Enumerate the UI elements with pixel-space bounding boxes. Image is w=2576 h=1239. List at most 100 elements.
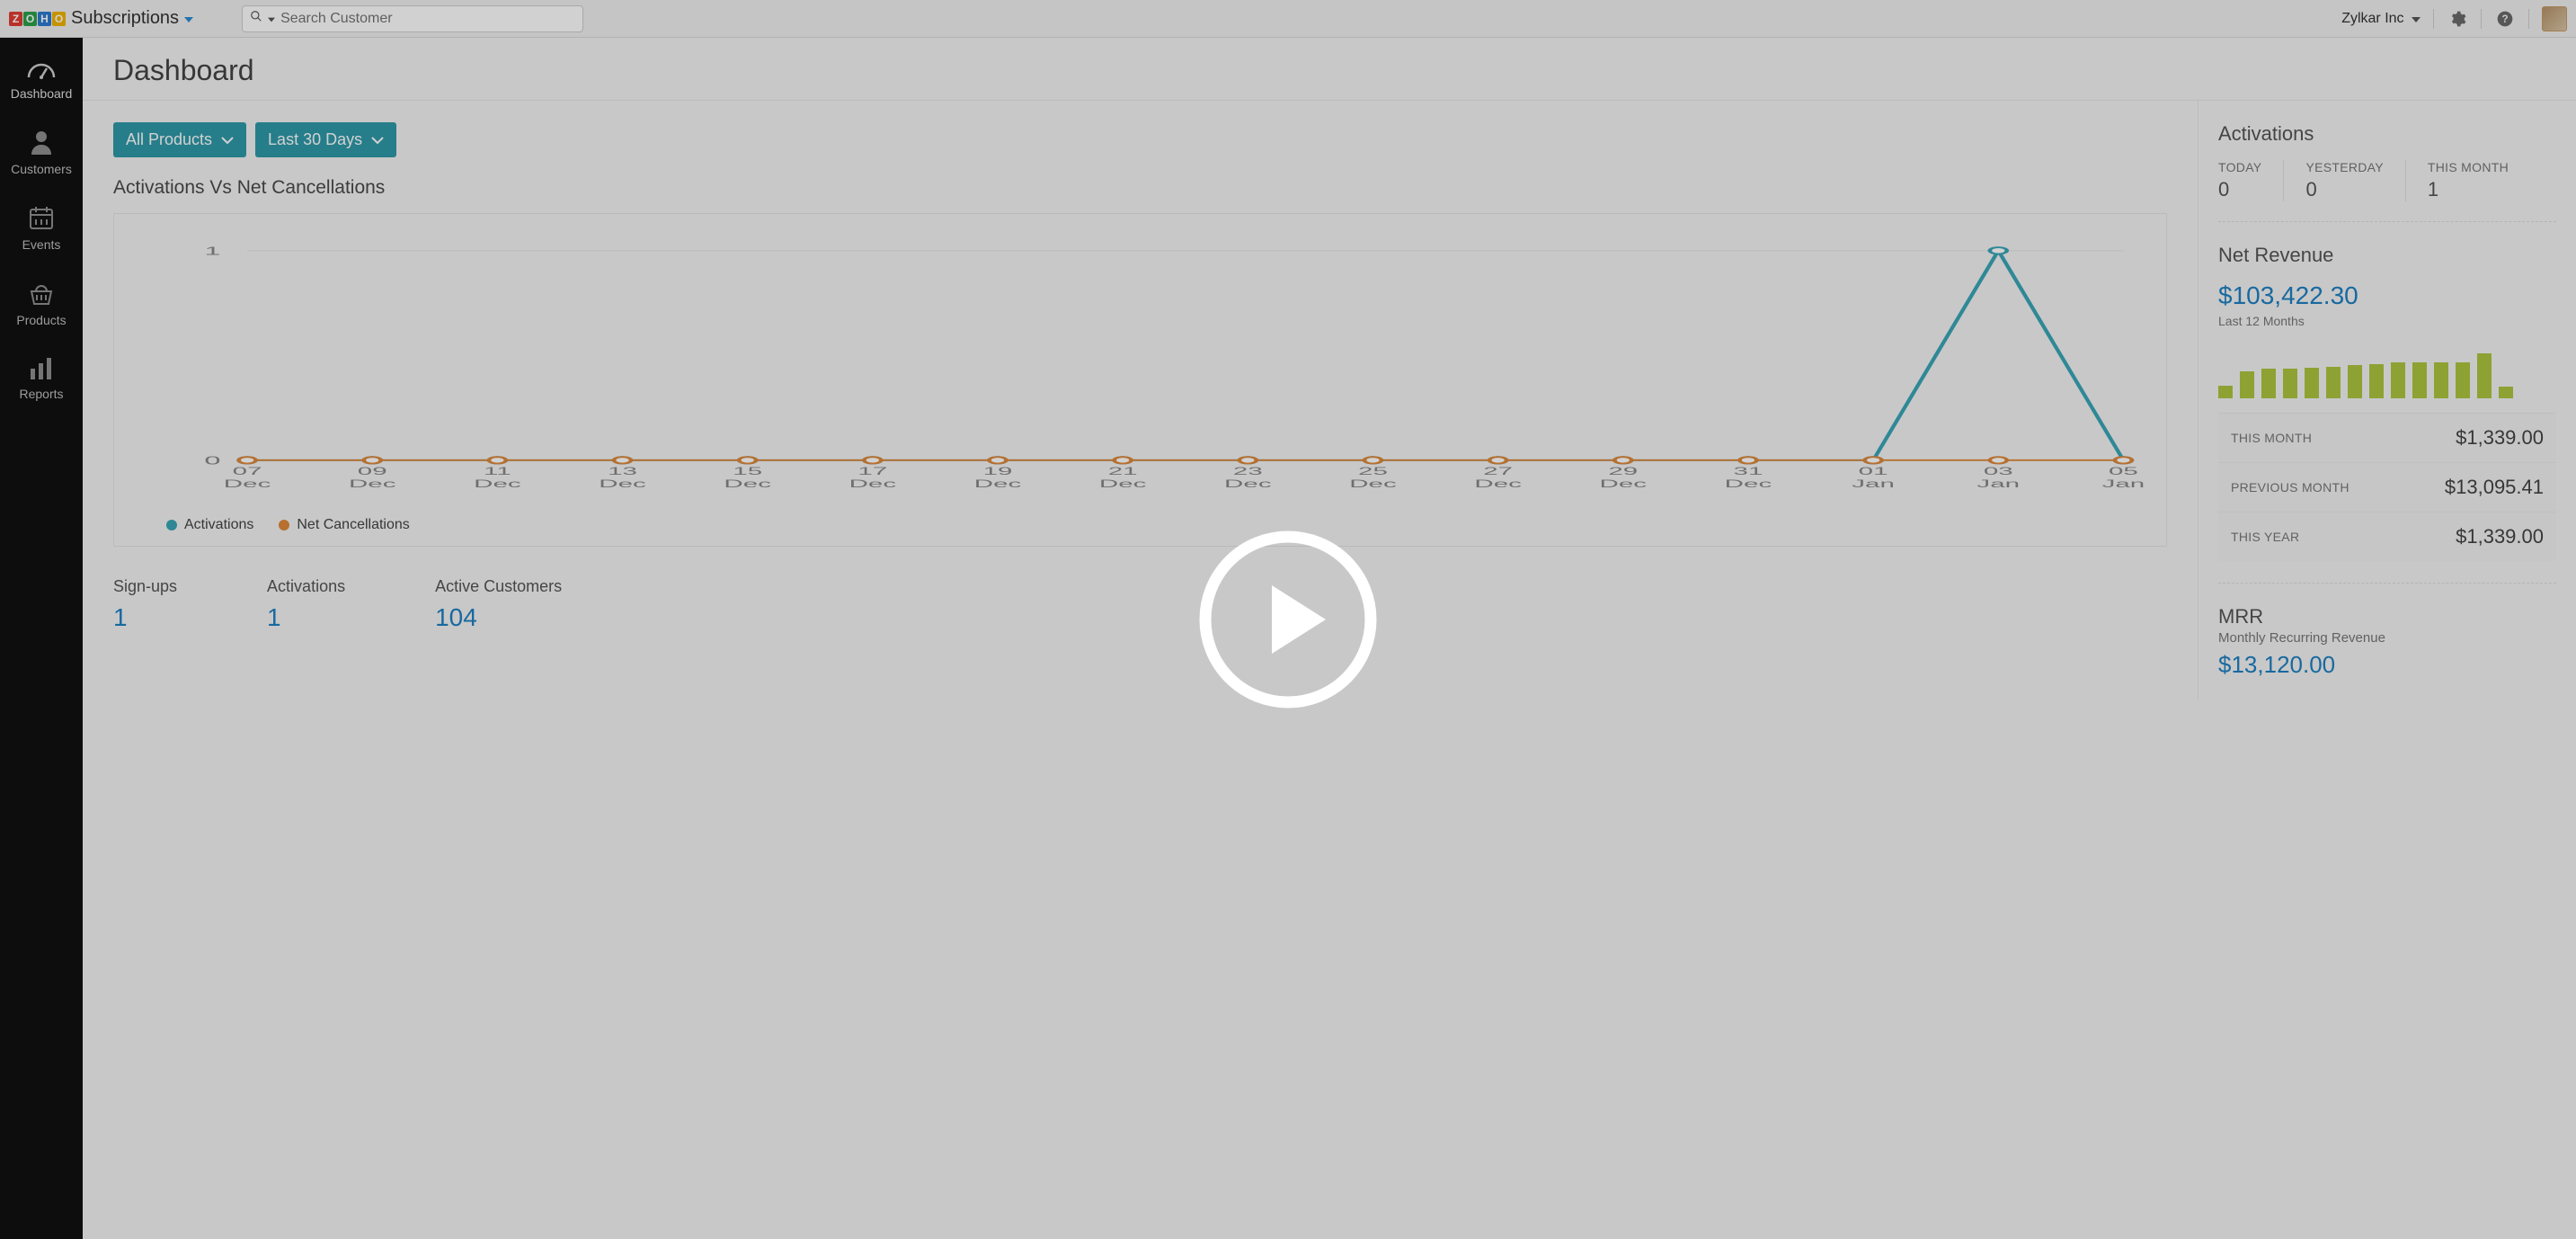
svg-text:29: 29 xyxy=(1608,466,1638,477)
rev-amt: $1,339.00 xyxy=(2456,525,2544,548)
rev-cap: THIS MONTH xyxy=(2231,431,2312,445)
help-icon[interactable]: ? xyxy=(2494,8,2516,30)
revenue-bar xyxy=(2369,364,2384,398)
svg-text:Dec: Dec xyxy=(1600,478,1648,490)
kpi-value: 104 xyxy=(435,603,562,632)
stat-num: 0 xyxy=(2218,178,2261,201)
zoho-glyph: ZOHO xyxy=(9,12,66,26)
svg-text:?: ? xyxy=(2501,13,2508,25)
net-revenue-title: Net Revenue xyxy=(2218,244,2556,267)
stat-cap: YESTERDAY xyxy=(2305,160,2383,174)
svg-text:Dec: Dec xyxy=(599,478,646,490)
search-input[interactable] xyxy=(280,11,575,27)
filter-products[interactable]: All Products xyxy=(113,122,246,157)
dot-icon xyxy=(279,520,289,530)
svg-text:Dec: Dec xyxy=(1349,478,1397,490)
chart-legend: Activations Net Cancellations xyxy=(130,517,2150,533)
legend-net-cancellations: Net Cancellations xyxy=(279,517,409,533)
sidebar-item-customers[interactable]: Customers xyxy=(0,117,83,191)
svg-text:05: 05 xyxy=(2109,466,2138,477)
filter-range-label: Last 30 Days xyxy=(268,130,362,149)
svg-text:Dec: Dec xyxy=(974,478,1022,490)
svg-text:31: 31 xyxy=(1734,466,1763,477)
revenue-bar xyxy=(2391,362,2405,398)
right-column: Activations TODAY 0 YESTERDAY 0 THIS MON… xyxy=(2198,101,2576,700)
line-chart: 0107Dec09Dec11Dec13Dec15Dec17Dec19Dec21D… xyxy=(130,232,2150,502)
person-icon xyxy=(0,129,83,155)
kpi-row: Sign-ups 1 Activations 1 Active Customer… xyxy=(113,577,2167,632)
kpi-value: 1 xyxy=(267,603,345,632)
svg-text:Dec: Dec xyxy=(1099,478,1147,490)
svg-text:13: 13 xyxy=(608,466,637,477)
revenue-bar xyxy=(2240,371,2254,398)
svg-text:Dec: Dec xyxy=(224,478,271,490)
barchart-icon xyxy=(0,356,83,379)
topbar: ZOHO Subscriptions Zylkar Inc ? xyxy=(0,0,2576,38)
svg-text:23: 23 xyxy=(1233,466,1263,477)
stat-yesterday: YESTERDAY 0 xyxy=(2284,160,2405,201)
legend-activations: Activations xyxy=(166,517,253,533)
svg-text:21: 21 xyxy=(1108,466,1138,477)
legend-label: Net Cancellations xyxy=(297,517,409,533)
stat-num: 0 xyxy=(2305,178,2383,201)
svg-text:15: 15 xyxy=(733,466,762,477)
filter-range[interactable]: Last 30 Days xyxy=(255,122,396,157)
search-scope-caret-icon[interactable] xyxy=(268,11,275,27)
kpi-label: Sign-ups xyxy=(113,577,177,596)
svg-text:25: 25 xyxy=(1358,466,1388,477)
svg-text:19: 19 xyxy=(983,466,1013,477)
caret-down-icon[interactable] xyxy=(184,11,193,27)
activations-stats: TODAY 0 YESTERDAY 0 THIS MONTH 1 xyxy=(2218,160,2556,201)
mrr-value: $13,120.00 xyxy=(2218,651,2556,679)
revenue-bar xyxy=(2456,362,2470,398)
sidebar-item-events[interactable]: Events xyxy=(0,192,83,266)
revenue-bar xyxy=(2261,369,2276,398)
activations-title: Activations xyxy=(2218,122,2556,146)
calendar-icon xyxy=(0,205,83,230)
svg-text:Jan: Jan xyxy=(1852,478,1895,490)
sidebar-item-products[interactable]: Products xyxy=(0,268,83,342)
chevron-down-icon xyxy=(221,130,234,149)
svg-text:Dec: Dec xyxy=(1224,478,1272,490)
search-box[interactable] xyxy=(242,5,583,32)
revenue-bar xyxy=(2499,387,2513,398)
revenue-bar xyxy=(2305,368,2319,398)
logo[interactable]: ZOHO Subscriptions xyxy=(9,8,193,29)
revenue-sparkline xyxy=(2218,344,2556,398)
svg-text:0: 0 xyxy=(204,455,220,468)
revenue-bar xyxy=(2434,362,2448,398)
svg-text:Jan: Jan xyxy=(2102,478,2145,490)
svg-text:Dec: Dec xyxy=(724,478,771,490)
sidebar-item-reports[interactable]: Reports xyxy=(0,343,83,415)
revenue-bar xyxy=(2218,386,2233,398)
left-column: All Products Last 30 Days Activations Vs… xyxy=(83,101,2198,700)
rev-amt: $13,095.41 xyxy=(2445,476,2544,499)
divider xyxy=(2433,9,2434,29)
stat-today: TODAY 0 xyxy=(2218,160,2284,201)
revenue-bar xyxy=(2283,369,2297,398)
mrr-subtitle: Monthly Recurring Revenue xyxy=(2218,630,2556,646)
svg-text:Dec: Dec xyxy=(849,478,897,490)
org-switcher[interactable]: Zylkar Inc xyxy=(2341,11,2421,27)
svg-text:17: 17 xyxy=(857,466,887,477)
chart-title: Activations Vs Net Cancellations xyxy=(113,177,2167,199)
sidebar-item-dashboard[interactable]: Dashboard xyxy=(0,47,83,115)
svg-text:Dec: Dec xyxy=(474,478,521,490)
gear-icon[interactable] xyxy=(2447,8,2468,30)
rev-this-year: THIS YEAR $1,339.00 xyxy=(2218,512,2556,561)
mrr-title: MRR xyxy=(2218,605,2556,628)
rev-cap: THIS YEAR xyxy=(2231,530,2299,544)
svg-text:09: 09 xyxy=(358,466,387,477)
kpi-label: Active Customers xyxy=(435,577,562,596)
rev-prev-month: PREVIOUS MONTH $13,095.41 xyxy=(2218,462,2556,512)
svg-text:07: 07 xyxy=(233,466,262,477)
rev-amt: $1,339.00 xyxy=(2456,426,2544,450)
play-button[interactable] xyxy=(1198,530,1378,709)
rev-cap: PREVIOUS MONTH xyxy=(2231,480,2349,495)
separator xyxy=(2218,583,2556,584)
kpi-activations: Activations 1 xyxy=(267,577,345,632)
svg-text:11: 11 xyxy=(484,466,511,477)
avatar[interactable] xyxy=(2542,6,2567,31)
svg-text:Dec: Dec xyxy=(349,478,396,490)
separator xyxy=(2218,221,2556,222)
